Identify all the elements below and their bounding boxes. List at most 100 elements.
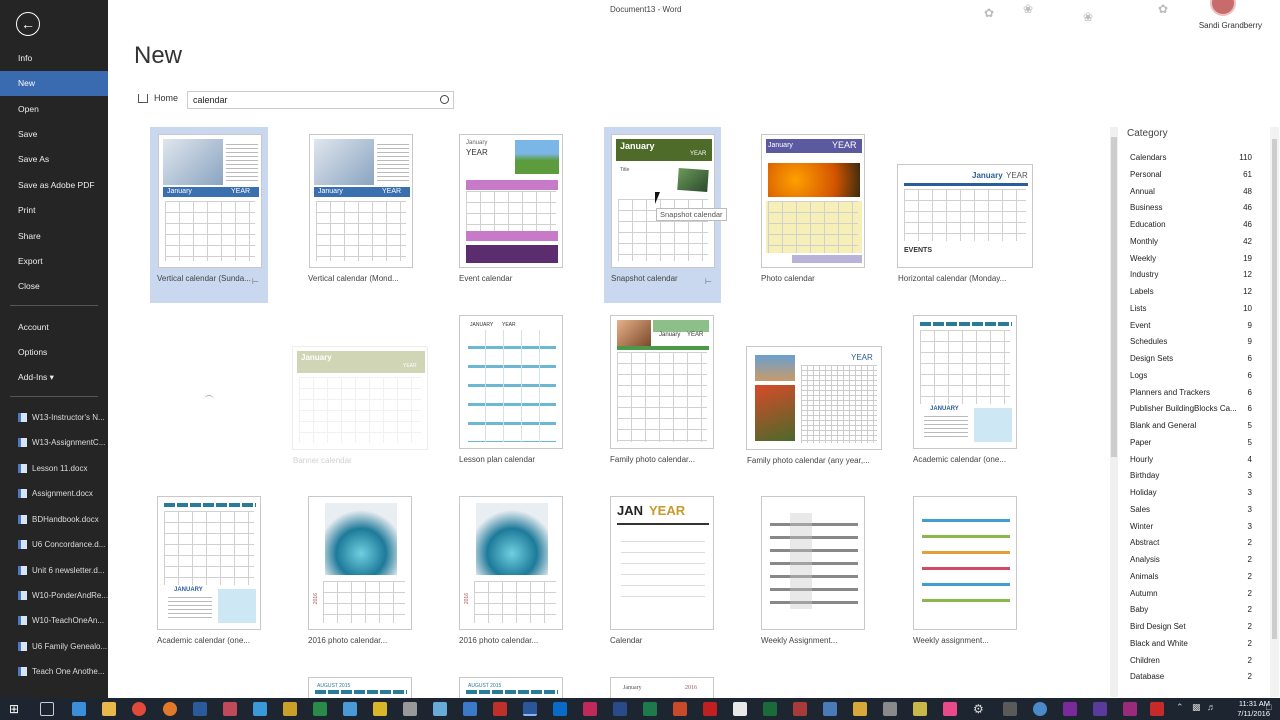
category-item[interactable]: Education 46 (1130, 217, 1254, 234)
powerpoint-icon[interactable] (673, 702, 687, 716)
settings-gear-icon[interactable]: ⚙ (973, 702, 987, 716)
app-icon[interactable] (853, 702, 867, 716)
firefox-icon[interactable] (163, 702, 177, 716)
nav-save-as[interactable]: Save As (0, 147, 108, 172)
app-icon[interactable] (193, 702, 207, 716)
acrobat-icon[interactable] (493, 702, 507, 716)
app-icon[interactable] (253, 702, 267, 716)
volume-icon[interactable]: ♬ (1207, 702, 1221, 716)
pin-icon[interactable]: ⊢ (252, 277, 259, 286)
search-icon[interactable] (440, 95, 449, 104)
template-tile[interactable]: January YEAR Photo calendar (754, 127, 872, 303)
category-item[interactable]: Blank and General 5 (1130, 418, 1254, 435)
template-tile[interactable]: YEAR Family photo calendar (any year,... (740, 339, 890, 475)
nav-export[interactable]: Export (0, 249, 108, 274)
category-item[interactable]: Annual 48 (1130, 184, 1254, 201)
app-icon[interactable] (223, 702, 237, 716)
category-item[interactable]: Paper 5 (1130, 435, 1254, 452)
category-item[interactable]: Autumn 2 (1130, 586, 1254, 603)
recent-doc[interactable]: W13-AssignmentC... (0, 430, 108, 455)
app-icon[interactable] (733, 702, 747, 716)
category-item[interactable]: Industry 12 (1130, 267, 1254, 284)
template-tile[interactable]: January YEAR Event calendar (452, 127, 570, 303)
file-explorer-icon[interactable] (102, 702, 116, 716)
template-tile[interactable]: JAN YEAR Calendar (603, 489, 721, 656)
recent-doc[interactable]: W13-Instructor's N... (0, 405, 108, 430)
category-item[interactable]: Birthday 3 (1130, 468, 1254, 485)
category-item[interactable]: Holiday 3 (1130, 485, 1254, 502)
category-item[interactable]: Logs 6 (1130, 368, 1254, 385)
template-tile[interactable]: Weekly assignment... (906, 489, 1024, 656)
scrollbar-thumb[interactable] (1111, 137, 1117, 457)
app-icon[interactable] (1123, 702, 1137, 716)
app-icon[interactable] (823, 702, 837, 716)
nav-close[interactable]: Close (0, 274, 108, 299)
app-icon[interactable] (343, 702, 357, 716)
nav-share[interactable]: Share (0, 224, 108, 249)
recent-doc[interactable]: Lesson 11.docx (0, 456, 108, 481)
nav-open[interactable]: Open (0, 97, 108, 122)
template-thumbnail[interactable]: January 2016 (610, 677, 714, 698)
nav-print[interactable]: Print (0, 198, 108, 223)
category-item[interactable]: Planners and Trackers 6 (1130, 385, 1254, 402)
acrobat-icon[interactable] (1150, 702, 1164, 716)
nav-options[interactable]: Options (0, 340, 108, 365)
search-input[interactable]: calendar (187, 91, 454, 109)
nav-account[interactable]: Account (0, 315, 108, 340)
app-icon[interactable] (583, 702, 597, 716)
outlook-icon[interactable] (553, 702, 567, 716)
nav-new[interactable]: New (0, 71, 108, 96)
category-item[interactable]: Database 2 (1130, 669, 1254, 686)
app-icon[interactable] (943, 702, 957, 716)
nav-save[interactable]: Save (0, 122, 108, 147)
task-view-icon[interactable] (40, 702, 54, 716)
category-item[interactable]: Analysis 2 (1130, 552, 1254, 569)
app-icon[interactable] (313, 702, 327, 716)
category-item[interactable]: Design Sets 6 (1130, 351, 1254, 368)
calculator-icon[interactable] (403, 702, 417, 716)
onenote-icon[interactable] (1063, 702, 1077, 716)
category-item[interactable]: Lists 10 (1130, 301, 1254, 318)
category-item[interactable]: Hourly 4 (1130, 452, 1254, 469)
recent-doc[interactable]: Assignment.docx (0, 481, 108, 506)
category-item[interactable]: Abstract 2 (1130, 535, 1254, 552)
pin-icon[interactable]: ⊢ (705, 277, 712, 286)
recent-doc[interactable]: Unit 6 newsletter.d... (0, 558, 108, 583)
nav-info[interactable]: Info (0, 46, 108, 71)
chrome-icon[interactable] (132, 702, 146, 716)
app-icon[interactable] (283, 702, 297, 716)
recent-doc[interactable]: W10-TeachOneAn... (0, 608, 108, 633)
onenote-icon[interactable] (1093, 702, 1107, 716)
notifications-icon[interactable]: □ (1266, 702, 1278, 716)
category-item[interactable]: Event 9 (1130, 318, 1254, 335)
app-icon[interactable] (463, 702, 477, 716)
category-item[interactable]: Calendars 110 (1130, 150, 1254, 167)
category-item[interactable]: Monthly 42 (1130, 234, 1254, 251)
back-arrow-icon[interactable]: ← (16, 12, 40, 36)
access-icon[interactable] (793, 702, 807, 716)
show-hidden-icons-icon[interactable]: ⌃ (1176, 702, 1190, 716)
template-tile[interactable]: 2016 2016 photo calendar... (301, 489, 419, 656)
excel-icon[interactable] (643, 702, 657, 716)
edge-browser-icon[interactable] (72, 702, 86, 716)
network-icon[interactable]: ▩ (1192, 702, 1206, 716)
templates-scrollbar[interactable] (1110, 127, 1118, 697)
windows-start-icon[interactable]: ⊞ (9, 702, 23, 716)
app-icon[interactable] (913, 702, 927, 716)
recent-doc[interactable]: U6 Family Genealo... (0, 634, 108, 659)
app-icon[interactable] (763, 702, 777, 716)
user-name[interactable]: Sandi Grandberry (1199, 21, 1262, 30)
template-tile[interactable]: January YEAR Banner calendar (286, 339, 436, 475)
template-tile[interactable]: January YEAR Family photo calendar... (603, 308, 721, 475)
app-icon[interactable] (703, 702, 717, 716)
avatar[interactable] (1210, 0, 1236, 16)
home-link[interactable]: Home (138, 93, 178, 103)
template-tile[interactable]: January YEAR Vertical calendar (Mond... (301, 127, 419, 303)
app-icon[interactable] (1003, 702, 1017, 716)
recent-doc[interactable]: Teach One Anothe... (0, 659, 108, 684)
category-item[interactable]: Black and White 2 (1130, 636, 1254, 653)
category-item[interactable]: Publisher BuildingBlocks Ca... 6 (1130, 401, 1254, 418)
template-tile[interactable]: January YEAR EVENTS Horizontal calendar … (891, 157, 1041, 303)
category-item[interactable]: Bird Design Set 2 (1130, 619, 1254, 636)
template-thumbnail[interactable]: AUGUST 2015 (459, 677, 563, 698)
